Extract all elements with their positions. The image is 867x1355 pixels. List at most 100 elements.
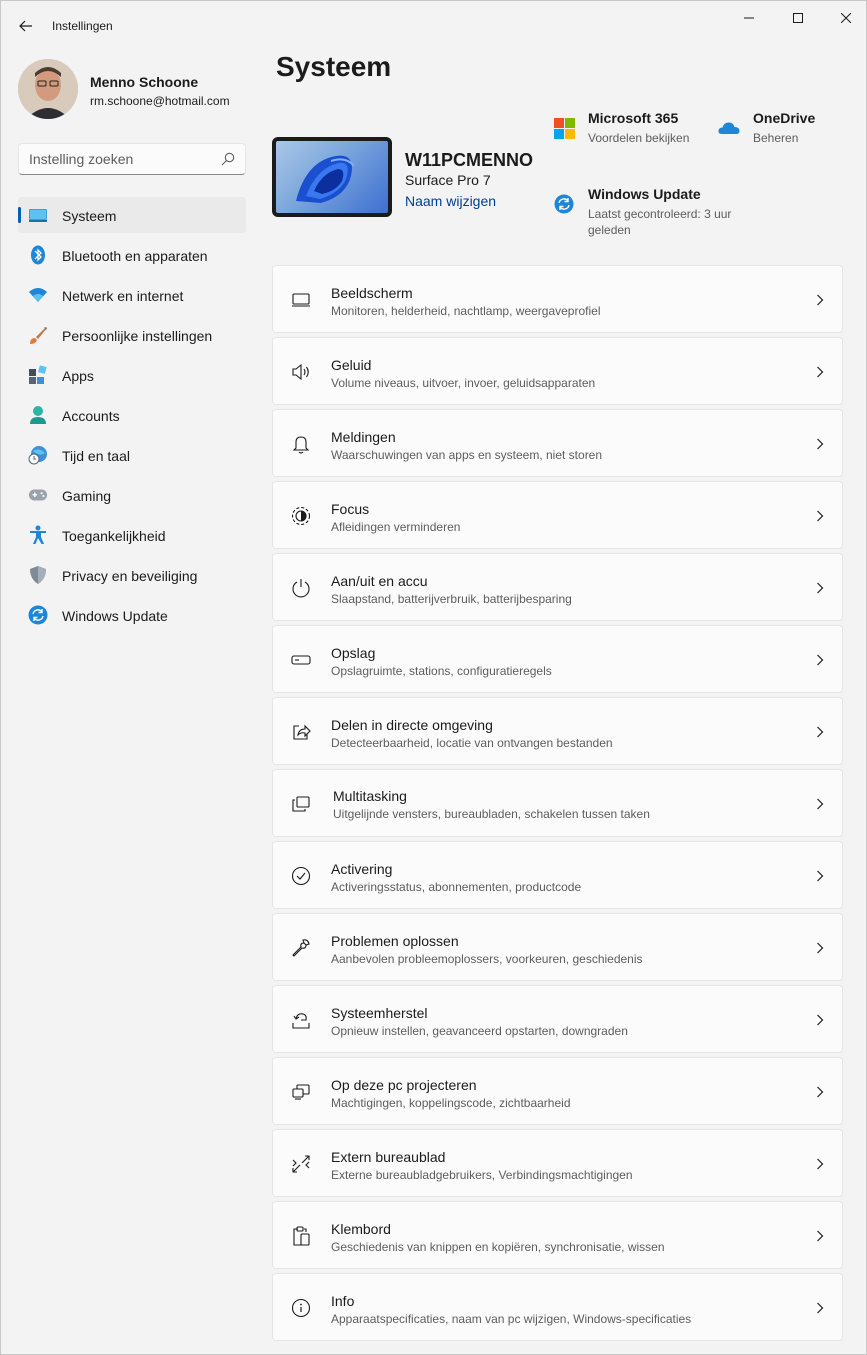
card-subtitle: Apparaatspecificaties, naam van pc wijzi… xyxy=(331,1312,692,1326)
chevron-right-icon xyxy=(814,653,826,667)
quick-link-title: Microsoft 365 xyxy=(588,110,679,126)
device-model: Surface Pro 7 xyxy=(405,172,491,188)
settings-card-info[interactable]: Info Apparaatspecificaties, naam van pc … xyxy=(272,1273,843,1341)
card-title: Extern bureaublad xyxy=(331,1149,446,1165)
sidebar-item-accounts[interactable]: Accounts xyxy=(18,397,246,433)
quick-link-subtitle: Beheren xyxy=(753,131,799,145)
chevron-right-icon xyxy=(814,1157,826,1171)
maximize-button[interactable] xyxy=(775,1,821,35)
settings-window: Instellingen Menno Schoone rm.schoone@ho… xyxy=(0,0,867,1355)
search-icon[interactable] xyxy=(221,152,235,166)
storage-icon xyxy=(291,650,311,670)
recovery-icon xyxy=(291,1010,311,1030)
sidebar-item-toegankelijkheid[interactable]: Toegankelijkheid xyxy=(18,517,246,553)
card-title: Multitasking xyxy=(333,788,407,804)
chevron-right-icon xyxy=(814,581,826,595)
sidebar-item-label: Tijd en taal xyxy=(62,448,130,464)
settings-card-extern-bureaublad[interactable]: Extern bureaublad Externe bureaubladgebr… xyxy=(272,1129,843,1197)
chevron-right-icon xyxy=(814,1013,826,1027)
apps-icon xyxy=(28,365,48,385)
remote-desktop-icon xyxy=(291,1154,311,1174)
windows-update-icon xyxy=(552,192,576,216)
sidebar-item-tijd-en-taal[interactable]: Tijd en taal xyxy=(18,437,246,473)
windows-update-icon xyxy=(28,605,48,625)
chevron-right-icon xyxy=(814,293,826,307)
device-thumbnail xyxy=(272,137,392,217)
settings-list: Beeldscherm Monitoren, helderheid, nacht… xyxy=(272,265,843,1345)
quick-link-title: OneDrive xyxy=(753,110,816,126)
settings-card-focus[interactable]: Focus Afleidingen verminderen xyxy=(272,481,843,549)
time-language-icon xyxy=(28,445,48,465)
card-subtitle: Uitgelijnde vensters, bureaubladen, scha… xyxy=(333,807,650,821)
card-title: Geluid xyxy=(331,357,372,373)
card-title: Delen in directe omgeving xyxy=(331,717,493,733)
title-bar: Instellingen xyxy=(1,1,866,49)
app-title: Instellingen xyxy=(52,19,113,33)
sidebar-item-netwerk[interactable]: Netwerk en internet xyxy=(18,277,246,313)
settings-card-delen[interactable]: Delen in directe omgeving Detecteerbaarh… xyxy=(272,697,843,765)
user-profile[interactable]: Menno Schoone rm.schoone@hotmail.com xyxy=(18,59,248,121)
card-subtitle: Waarschuwingen van apps en systeem, niet… xyxy=(331,448,603,462)
rename-link[interactable]: Naam wijzigen xyxy=(405,193,496,209)
power-icon xyxy=(291,578,311,598)
sidebar-item-windows-update[interactable]: Windows Update xyxy=(18,597,246,633)
settings-card-problemen-oplossen[interactable]: Problemen oplossen Aanbevolen probleemop… xyxy=(272,913,843,981)
chevron-right-icon xyxy=(814,1229,826,1243)
settings-card-geluid[interactable]: Geluid Volume niveaus, uitvoer, invoer, … xyxy=(272,337,843,405)
settings-card-systeemherstel[interactable]: Systeemherstel Opnieuw instellen, geavan… xyxy=(272,985,843,1053)
chevron-right-icon xyxy=(814,725,826,739)
sidebar-item-gaming[interactable]: Gaming xyxy=(18,477,246,513)
card-title: Beeldscherm xyxy=(331,285,413,301)
settings-card-projecteren[interactable]: Op deze pc projecteren Machtigingen, kop… xyxy=(272,1057,843,1125)
close-button[interactable] xyxy=(823,1,867,35)
onedrive-icon xyxy=(717,116,741,140)
settings-card-klembord[interactable]: Klembord Geschiedenis van knippen en kop… xyxy=(272,1201,843,1269)
settings-card-activering[interactable]: Activering Activeringsstatus, abonnement… xyxy=(272,841,843,909)
sidebar-item-persoonlijke-instellingen[interactable]: Persoonlijke instellingen xyxy=(18,317,246,353)
card-title: Activering xyxy=(331,861,393,877)
multitasking-icon xyxy=(291,794,311,814)
display-icon xyxy=(291,290,311,310)
sidebar-item-systeem[interactable]: Systeem xyxy=(18,197,246,233)
sidebar-item-label: Apps xyxy=(62,368,94,384)
wifi-icon xyxy=(28,285,48,305)
search-box[interactable] xyxy=(18,143,246,175)
card-subtitle: Activeringsstatus, abonnementen, product… xyxy=(331,880,582,894)
sidebar-item-apps[interactable]: Apps xyxy=(18,357,246,393)
search-input[interactable] xyxy=(29,151,209,167)
sidebar-item-label: Persoonlijke instellingen xyxy=(62,328,213,344)
settings-card-meldingen[interactable]: Meldingen Waarschuwingen van apps en sys… xyxy=(272,409,843,477)
shield-icon xyxy=(28,565,48,585)
chevron-right-icon xyxy=(814,797,826,811)
brush-icon xyxy=(28,325,48,345)
card-title: Opslag xyxy=(331,645,376,661)
sidebar-item-label: Toegankelijkheid xyxy=(62,528,166,544)
minimize-button[interactable] xyxy=(726,1,772,35)
profile-name: Menno Schoone xyxy=(90,74,199,90)
sidebar-item-label: Netwerk en internet xyxy=(62,288,184,304)
sidebar-item-privacy[interactable]: Privacy en beveiliging xyxy=(18,557,246,593)
wrench-icon xyxy=(291,938,311,958)
gamepad-icon xyxy=(28,485,48,505)
project-icon xyxy=(291,1082,311,1102)
settings-card-beeldscherm[interactable]: Beeldscherm Monitoren, helderheid, nacht… xyxy=(272,265,843,333)
sidebar-item-label: Gaming xyxy=(62,488,112,504)
settings-card-multitasking[interactable]: Multitasking Uitgelijnde vensters, burea… xyxy=(272,769,843,837)
quick-link-title: Windows Update xyxy=(588,186,701,202)
chevron-right-icon xyxy=(814,1085,826,1099)
accounts-icon xyxy=(28,405,48,425)
card-subtitle: Detecteerbaarheid, locatie van ontvangen… xyxy=(331,736,613,750)
settings-card-opslag[interactable]: Opslag Opslagruimte, stations, configura… xyxy=(272,625,843,693)
sidebar-item-label: Systeem xyxy=(62,208,117,224)
back-button[interactable] xyxy=(13,14,39,38)
card-title: Info xyxy=(331,1293,355,1309)
card-subtitle: Externe bureaubladgebruikers, Verbinding… xyxy=(331,1168,633,1182)
card-title: Problemen oplossen xyxy=(331,933,459,949)
quick-link-subtitle: Laatst gecontroleerd: 3 uur xyxy=(588,207,732,221)
chevron-right-icon xyxy=(814,941,826,955)
settings-card-aan-uit[interactable]: Aan/uit en accu Slaapstand, batterijverb… xyxy=(272,553,843,621)
sidebar-item-bluetooth[interactable]: Bluetooth en apparaten xyxy=(18,237,246,273)
clipboard-icon xyxy=(291,1226,311,1246)
speaker-icon xyxy=(291,362,311,382)
card-title: Meldingen xyxy=(331,429,396,445)
